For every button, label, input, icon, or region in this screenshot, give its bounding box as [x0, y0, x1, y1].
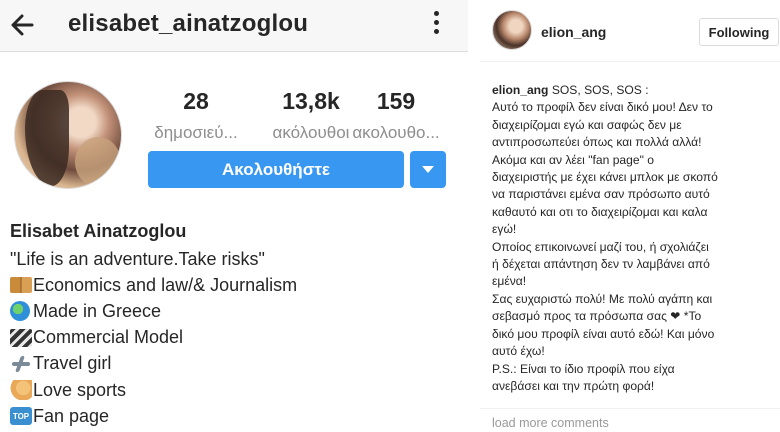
- posts-count: 28: [183, 88, 209, 114]
- caption-line: Σας ευχαριστώ πολύ! Με πολύ αγάπη και: [492, 291, 713, 306]
- more-options-icon[interactable]: [426, 9, 446, 39]
- caption-author[interactable]: elion_ang: [492, 83, 548, 97]
- caption-line: P.S.: Είναι το ίδιο προφίλ που είχα: [492, 361, 675, 376]
- caption-line: διαχειρίζομαι εγώ και σαφώς δεν με: [492, 117, 682, 132]
- back-arrow-icon[interactable]: [8, 10, 38, 40]
- bio-line: Commercial Model: [10, 325, 297, 351]
- top-bar: elisabet_ainatzoglou: [0, 0, 468, 52]
- flexed-biceps-icon: [10, 380, 32, 401]
- bio-text: "Life is an adventure.Take risks": [10, 248, 265, 269]
- top-icon: TOP: [10, 407, 32, 426]
- following-label: ακολουθο...: [352, 123, 440, 142]
- caption-line: σεβασμό προς τα πρόσωπα σας ❤ *Το: [492, 309, 702, 324]
- clapper-board-icon: [10, 328, 32, 347]
- bio-line: Made in Greece: [10, 298, 297, 324]
- caption-line: διαχειριστής με έχει κάνει μπλοκ με σκοπ…: [492, 170, 718, 185]
- stat-posts[interactable]: 28 δημοσιεύ...: [146, 88, 246, 143]
- bio-text: Economics and law/& Journalism: [33, 274, 298, 295]
- bio-line: "Life is an adventure.Take risks": [10, 246, 297, 272]
- bio-text: Made in Greece: [33, 300, 162, 321]
- caption-line: ανεβάσει και την πρώτη φορά!: [492, 378, 655, 393]
- bio-text: Love sports: [33, 379, 127, 400]
- bio-line: Economics and law/& Journalism: [10, 272, 297, 298]
- caption-line: καθαυτό και οτι το διαχειρίζομαι και καλ…: [492, 204, 708, 219]
- following-count: 159: [376, 88, 416, 114]
- following-button[interactable]: Following: [699, 18, 779, 46]
- chevron-down-icon: [422, 166, 434, 173]
- bio-line: Love sports: [10, 377, 297, 403]
- post-caption: elion_ang SOS, SOS, SOS : Αυτό το προφίλ…: [492, 82, 774, 395]
- author-username[interactable]: elion_ang: [541, 24, 606, 40]
- caption-line: αυτό έχω!: [492, 344, 545, 359]
- bio: "Life is an adventure.Take risks" Econom…: [10, 246, 297, 429]
- load-more-comments-link[interactable]: load more comments: [492, 416, 609, 430]
- caption-line: Αυτό το προφίλ δεν είναι δικό μου! Δεν τ…: [492, 100, 713, 115]
- bio-text: Travel girl: [33, 353, 112, 374]
- caption-line: αντιπροσωπεύει όπως και πολλά αλλά!: [492, 135, 702, 150]
- post-panel: elion_ang Following elion_ang SOS, SOS, …: [480, 0, 780, 432]
- bio-line: Travel girl: [10, 351, 297, 377]
- globe-icon: [10, 301, 30, 322]
- airplane-icon: [10, 354, 32, 374]
- stat-following[interactable]: 159 ακολουθο...: [344, 88, 448, 143]
- caption-line: εγώ!: [492, 222, 517, 237]
- caption-line: elion_ang SOS, SOS, SOS :: [492, 82, 774, 99]
- bio-text: Commercial Model: [33, 327, 184, 348]
- caption-line: Οποίος επικοινωνεί μαζί του, ή σχολιάζει: [492, 239, 709, 254]
- caption-text: SOS, SOS, SOS :: [548, 83, 649, 97]
- divider: [468, 0, 480, 432]
- caption-line: ή δέχεται απάντηση δεν τν λαμβάνει από: [492, 257, 710, 272]
- profile-panel: elisabet_ainatzoglou 28 δημοσιεύ... 13,8…: [0, 0, 468, 432]
- posts-label: δημοσιεύ...: [154, 123, 238, 142]
- open-book-icon: [10, 277, 32, 294]
- caption-line: να παριστάνει εμένα σαν πρόσωπο αυτό: [492, 187, 710, 202]
- bio-name: Elisabet Ainatzoglou: [10, 221, 187, 241]
- follow-button[interactable]: Ακολουθήστε: [148, 151, 404, 188]
- bio-line: TOP Fan page: [10, 403, 297, 429]
- page-title: elisabet_ainatzoglou: [68, 10, 309, 37]
- profile-avatar[interactable]: [14, 81, 122, 189]
- caption-line: Ακόμα και αν λέει "fan page" ο: [492, 152, 654, 167]
- divider: [480, 408, 780, 409]
- author-avatar[interactable]: [492, 10, 532, 50]
- bio-text: Fan page: [33, 405, 110, 426]
- suggestions-dropdown-button[interactable]: [410, 151, 446, 188]
- caption-line: εμένα!: [492, 274, 527, 289]
- caption-line: δικό μου προφίλ είναι αυτό εδώ! Και μόνο: [492, 326, 715, 341]
- post-header: elion_ang Following: [480, 0, 780, 62]
